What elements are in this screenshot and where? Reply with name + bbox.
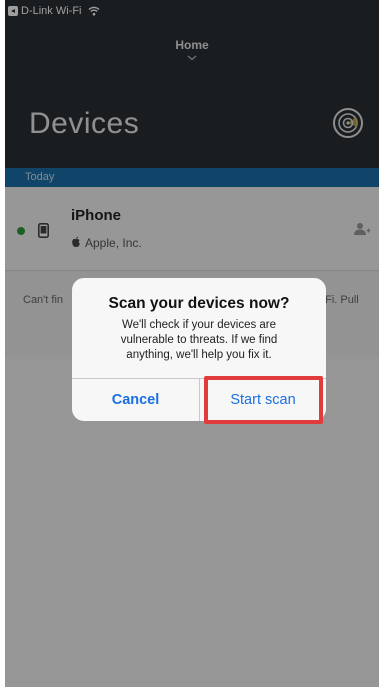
highlight-annotation xyxy=(204,376,323,424)
app-screen: D-Link Wi-Fi Home Devices Today iPhone A… xyxy=(5,0,379,687)
dialog-message: We'll check if your devices are vulnerab… xyxy=(120,319,278,361)
dialog-title: Scan your devices now? xyxy=(108,295,290,312)
cancel-button[interactable]: Cancel xyxy=(72,379,199,421)
